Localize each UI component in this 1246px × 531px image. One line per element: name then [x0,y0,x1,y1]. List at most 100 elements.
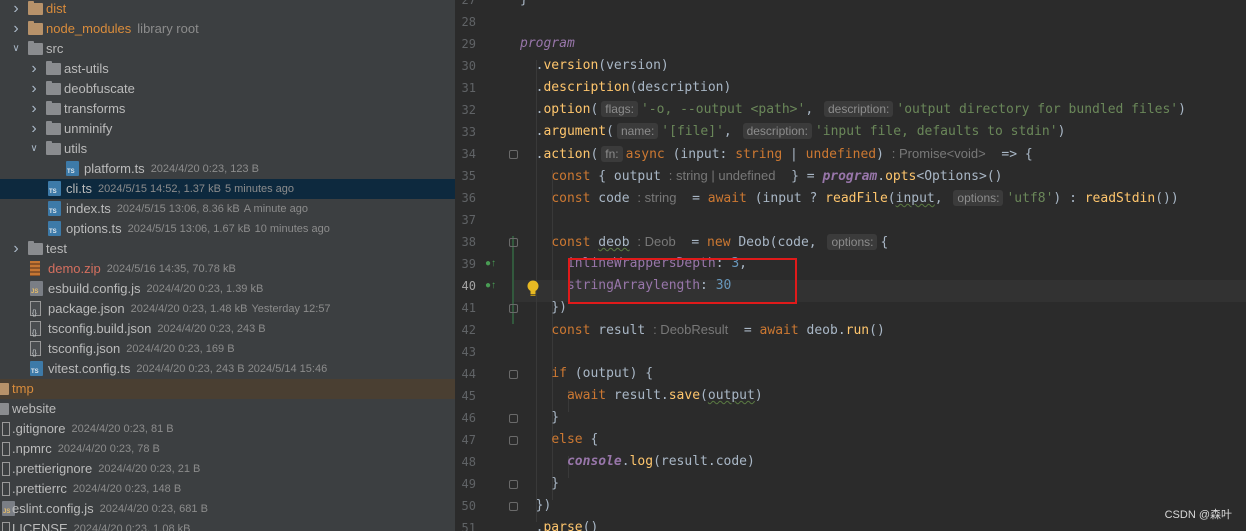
chevron-right-icon[interactable]: › [28,99,40,119]
tree-item-eslint-config-js[interactable]: eslint.config.js 2024/4/20 0:23, 681 B [0,499,455,519]
code-line[interactable]: }) [520,495,552,517]
tree-item-options-ts[interactable]: options.ts 2024/5/15 13:06, 1.67 kB10 min… [0,219,455,239]
fold-toggle-icon[interactable] [509,238,518,247]
tree-item-demo-zip[interactable]: demo.zip 2024/5/16 14:35, 70.78 kB [0,259,455,279]
code-line[interactable]: const { output : string | undefined } = … [520,165,1002,188]
code-token: const [551,235,591,250]
tree-item-deobfuscate[interactable]: › deobfuscate [0,79,455,99]
code-token: { [880,235,889,250]
tree-item-tsconfig-build-json[interactable]: tsconfig.build.json 2024/4/20 0:23, 243 B [0,319,455,344]
tree-item-dist[interactable]: › dist [0,0,455,19]
chevron-down-icon[interactable]: ∨ [10,39,22,59]
override-icon[interactable]: ●↑ [485,275,499,297]
code-line[interactable]: .version(version) [520,55,669,77]
tree-item-platform-ts[interactable]: platform.ts 2024/4/20 0:23, 123 B [0,159,455,179]
tree-item-tsconfig-json[interactable]: tsconfig.json 2024/4/20 0:23, 169 B [0,339,455,364]
parameter-hint: options: [953,190,1004,206]
fold-toggle-icon[interactable] [509,436,518,445]
code-token: log [629,454,654,469]
code-token: readStdin [1084,191,1156,206]
tree-item-prettierrc[interactable]: .prettierrc 2024/4/20 0:23, 148 B [0,479,455,499]
code-line[interactable]: if (output) { [520,363,653,385]
line-number: 47 [461,433,476,447]
code-token: code [590,191,638,206]
tree-item-test[interactable]: › test [0,239,455,259]
fold-toggle-icon[interactable] [509,480,518,489]
chevron-right-icon[interactable]: › [10,0,22,19]
tree-item-cli-ts[interactable]: cli.ts 2024/5/15 14:52, 1.37 kB5 minutes … [0,179,455,199]
code-token: readFile [825,191,888,206]
fold-toggle-icon[interactable] [509,370,518,379]
code-line[interactable]: program [520,33,575,55]
tree-item-license[interactable]: LICENSE 2024/4/20 0:23, 1.08 kB [0,519,455,531]
tree-item-note: 5 minutes ago [224,183,295,195]
line-number: 30 [461,59,476,73]
tree-item-src[interactable]: ∨ src [0,39,455,59]
line-number: 44 [461,367,476,381]
tree-item-vitest-config-ts[interactable]: vitest.config.ts 2024/4/20 0:23, 243 B 20… [0,359,455,379]
chevron-right-icon[interactable]: › [28,59,40,79]
code-line[interactable]: console.log(result.code) [520,451,755,473]
tree-item-label: unminify [64,121,113,136]
tree-item-label: .prettierignore [12,461,93,476]
override-icon[interactable]: ●↑ [485,253,499,275]
code-line[interactable]: const result : DeobResult = await deob.r… [520,319,884,342]
code-token: 'output directory for bundled files' [896,102,1179,117]
tree-item-node-modules[interactable]: › node_modules library root [0,19,455,39]
code-line[interactable]: await result.save(output) [520,385,763,407]
fold-toggle-icon[interactable] [509,502,518,511]
code-token: console [566,454,622,469]
tree-item-website[interactable]: website [0,399,455,419]
tree-item-npmrc[interactable]: .npmrc 2024/4/20 0:23, 78 B [0,439,455,459]
code-line[interactable]: } [520,473,559,495]
tree-item-prettierignore[interactable]: .prettierignore 2024/4/20 0:23, 21 B [0,459,455,479]
tree-item-meta: 2024/4/20 0:23, 243 B 2024/5/14 15:46 [136,363,328,375]
tree-item-tmp[interactable]: tmp [0,379,455,399]
code-line[interactable]: const code : string = await (input ? rea… [520,187,1179,210]
chevron-right-icon[interactable]: › [28,119,40,139]
code-token: (result.code) [653,454,755,469]
code-token: ( [590,102,599,117]
tree-item-ast-utils[interactable]: › ast-utils [0,59,455,79]
tree-item-transforms[interactable]: › transforms [0,99,455,119]
fold-toggle-icon[interactable] [509,414,518,423]
code-token: await [759,323,799,338]
tree-item-index-ts[interactable]: index.ts 2024/5/15 13:06, 8.36 kBA minute… [0,199,455,219]
tree-item-label: index.ts [66,201,111,216]
chevron-right-icon[interactable]: › [28,79,40,99]
code-token: ( [887,191,896,206]
chevron-right-icon[interactable]: › [10,19,22,39]
code-token: const [551,191,591,206]
chevron-right-icon[interactable]: › [10,239,22,259]
chevron-down-icon[interactable]: ∨ [28,139,40,159]
tree-item-meta: 2024/5/15 14:52, 1.37 kB [98,183,221,195]
code-line[interactable]: const deob : Deob = new Deob(code, optio… [520,231,888,254]
code-token: program [520,36,575,51]
code-line[interactable]: } [520,407,559,429]
code-line[interactable]: } [520,0,528,11]
lightbulb-icon[interactable] [525,279,541,299]
tree-item-utils[interactable]: ∨ utils [0,139,455,159]
project-tree[interactable]: › dist › node_modules library root ∨ src › ast-u… [0,0,455,531]
code-token: { [582,432,599,447]
tree-item-note: Yesterday 12:57 [251,303,331,315]
code-token: run [845,323,870,338]
tree-item-gitignore[interactable]: .gitignore 2024/4/20 0:23, 81 B [0,419,455,439]
code-token: . [877,169,886,184]
code-line[interactable]: .parse() [520,517,599,531]
file-icon [2,462,10,476]
tree-item-unminify[interactable]: › unminify [0,119,455,139]
fold-toggle-icon[interactable] [509,150,518,159]
code-line[interactable]: .argument(name: '[file]', description:'in… [520,121,1065,143]
fold-toggle-icon[interactable] [509,304,518,313]
tree-item-esbuild-config-js[interactable]: esbuild.config.js 2024/4/20 0:23, 1.39 kB [0,279,455,299]
code-line[interactable]: else { [520,429,598,451]
code-line[interactable]: .option(flags: '-o, --output <path>', des… [520,99,1186,121]
code-line[interactable]: }) [520,297,567,319]
tree-item-package-json[interactable]: package.json 2024/4/20 0:23, 1.48 kBYeste… [0,299,455,324]
code-line[interactable]: .description(description) [520,77,732,99]
code-line[interactable]: .action(fn: async (input: string | undefi… [520,143,1033,166]
code-token: opts [885,169,917,184]
